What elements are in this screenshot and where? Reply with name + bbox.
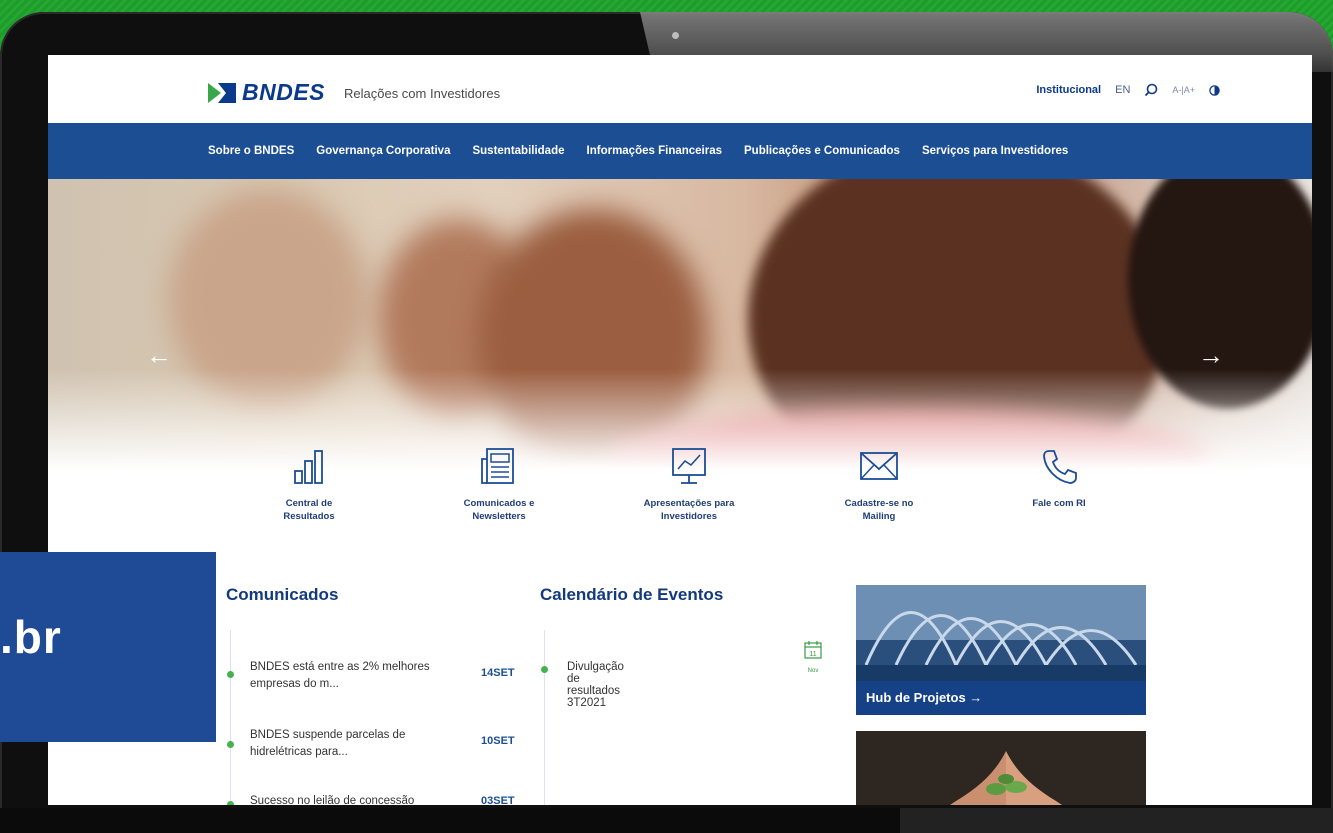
newspaper-icon (481, 448, 514, 484)
quick-link-label: Apresentações para Investidores (643, 498, 735, 522)
envelope-icon (860, 452, 898, 480)
news-title[interactable]: Sucesso no leilão de concessão (250, 793, 450, 805)
comunicados-title: Comunicados (226, 585, 339, 604)
quick-link-label: Central de Resultados (283, 498, 335, 522)
phone-icon (1043, 450, 1077, 484)
quick-link-label: Comunicados e Newsletters (463, 498, 535, 522)
search-icon[interactable] (1144, 83, 1158, 97)
quick-link-fale-ri[interactable]: Fale com RI (984, 445, 1134, 510)
presentation-icon (672, 448, 706, 484)
calendario-timeline (544, 630, 545, 805)
hero-banner: ← → (48, 179, 1312, 479)
nav-item-publicacoes[interactable]: Publicações e Comunicados (744, 145, 900, 157)
calendar-icon: 11 Nov (804, 640, 822, 674)
laptop-screen: BNDES Relações com Investidores Instituc… (48, 55, 1312, 805)
quick-link-resultados[interactable]: Central de Resultados (234, 445, 384, 523)
news-title[interactable]: BNDES está entre as 2% melhores empresas… (250, 659, 450, 693)
contrast-icon[interactable] (1209, 84, 1220, 96)
bar-chart-icon (294, 450, 323, 484)
laptop-chin-right (900, 808, 1333, 833)
laptop-chin (0, 808, 900, 833)
overlay-text: .br (0, 611, 62, 663)
nav-item-informacoes[interactable]: Informações Financeiras (587, 145, 723, 157)
logo-text: BNDES (242, 79, 326, 105)
nav-item-sobre[interactable]: Sobre o BNDES (208, 145, 294, 157)
news-date: 10SET (481, 735, 515, 747)
news-date: 14SET (481, 667, 515, 679)
carousel-next-button[interactable]: → (1198, 342, 1224, 368)
quick-link-comunicados[interactable]: Comunicados e Newsletters (424, 445, 574, 523)
quick-links: Central de Resultados Comunicados e News… (48, 445, 1312, 555)
font-size-toggle[interactable]: A-|A+ (1172, 85, 1195, 95)
news-title[interactable]: BNDES suspende parcelas de hidrelétricas… (250, 727, 450, 761)
institutional-link[interactable]: Institucional (1036, 84, 1101, 96)
timeline-dot (227, 741, 234, 748)
bndes-logo[interactable]: BNDES (208, 79, 325, 106)
site-header: BNDES Relações com Investidores Instituc… (48, 55, 1312, 123)
sustentabilidade-card[interactable] (856, 731, 1146, 805)
webcam (672, 32, 679, 39)
event-title[interactable]: Divulgação de resultados 3T2021 (567, 661, 624, 709)
comunicados-timeline (230, 630, 231, 805)
nav-item-sustentabilidade[interactable]: Sustentabilidade (472, 145, 564, 157)
timeline-dot (541, 666, 548, 673)
quick-link-label: Fale com RI (1032, 498, 1086, 509)
calendario-title: Calendário de Eventos (540, 585, 724, 604)
utility-bar: Institucional EN A-|A+ (1036, 83, 1220, 97)
nav-item-governanca[interactable]: Governança Corporativa (316, 145, 450, 157)
timeline-dot (227, 801, 234, 805)
event-month: Nov (807, 668, 819, 674)
quick-link-apresentacoes[interactable]: Apresentações para Investidores (614, 445, 764, 523)
quick-link-label: Cadastre-se no Mailing (844, 498, 914, 522)
hub-projetos-label[interactable]: Hub de Projetos → (856, 681, 1146, 715)
main-nav: Sobre o BNDES Governança Corporativa Sus… (48, 123, 1312, 179)
carousel-prev-button[interactable]: ← (146, 342, 172, 368)
quick-link-mailing[interactable]: Cadastre-se no Mailing (804, 445, 954, 523)
hub-projetos-card[interactable]: Hub de Projetos → (856, 585, 1146, 715)
nav-item-servicos[interactable]: Serviços para Investidores (922, 145, 1068, 157)
timeline-dot (227, 671, 234, 678)
site-subtitle: Relações com Investidores (344, 86, 501, 101)
card-photo-plant (856, 731, 1146, 805)
event-day: 11 (809, 651, 816, 658)
logo-mark-icon (208, 82, 236, 103)
language-switch[interactable]: EN (1115, 84, 1130, 96)
news-date: 03SET (481, 795, 515, 805)
